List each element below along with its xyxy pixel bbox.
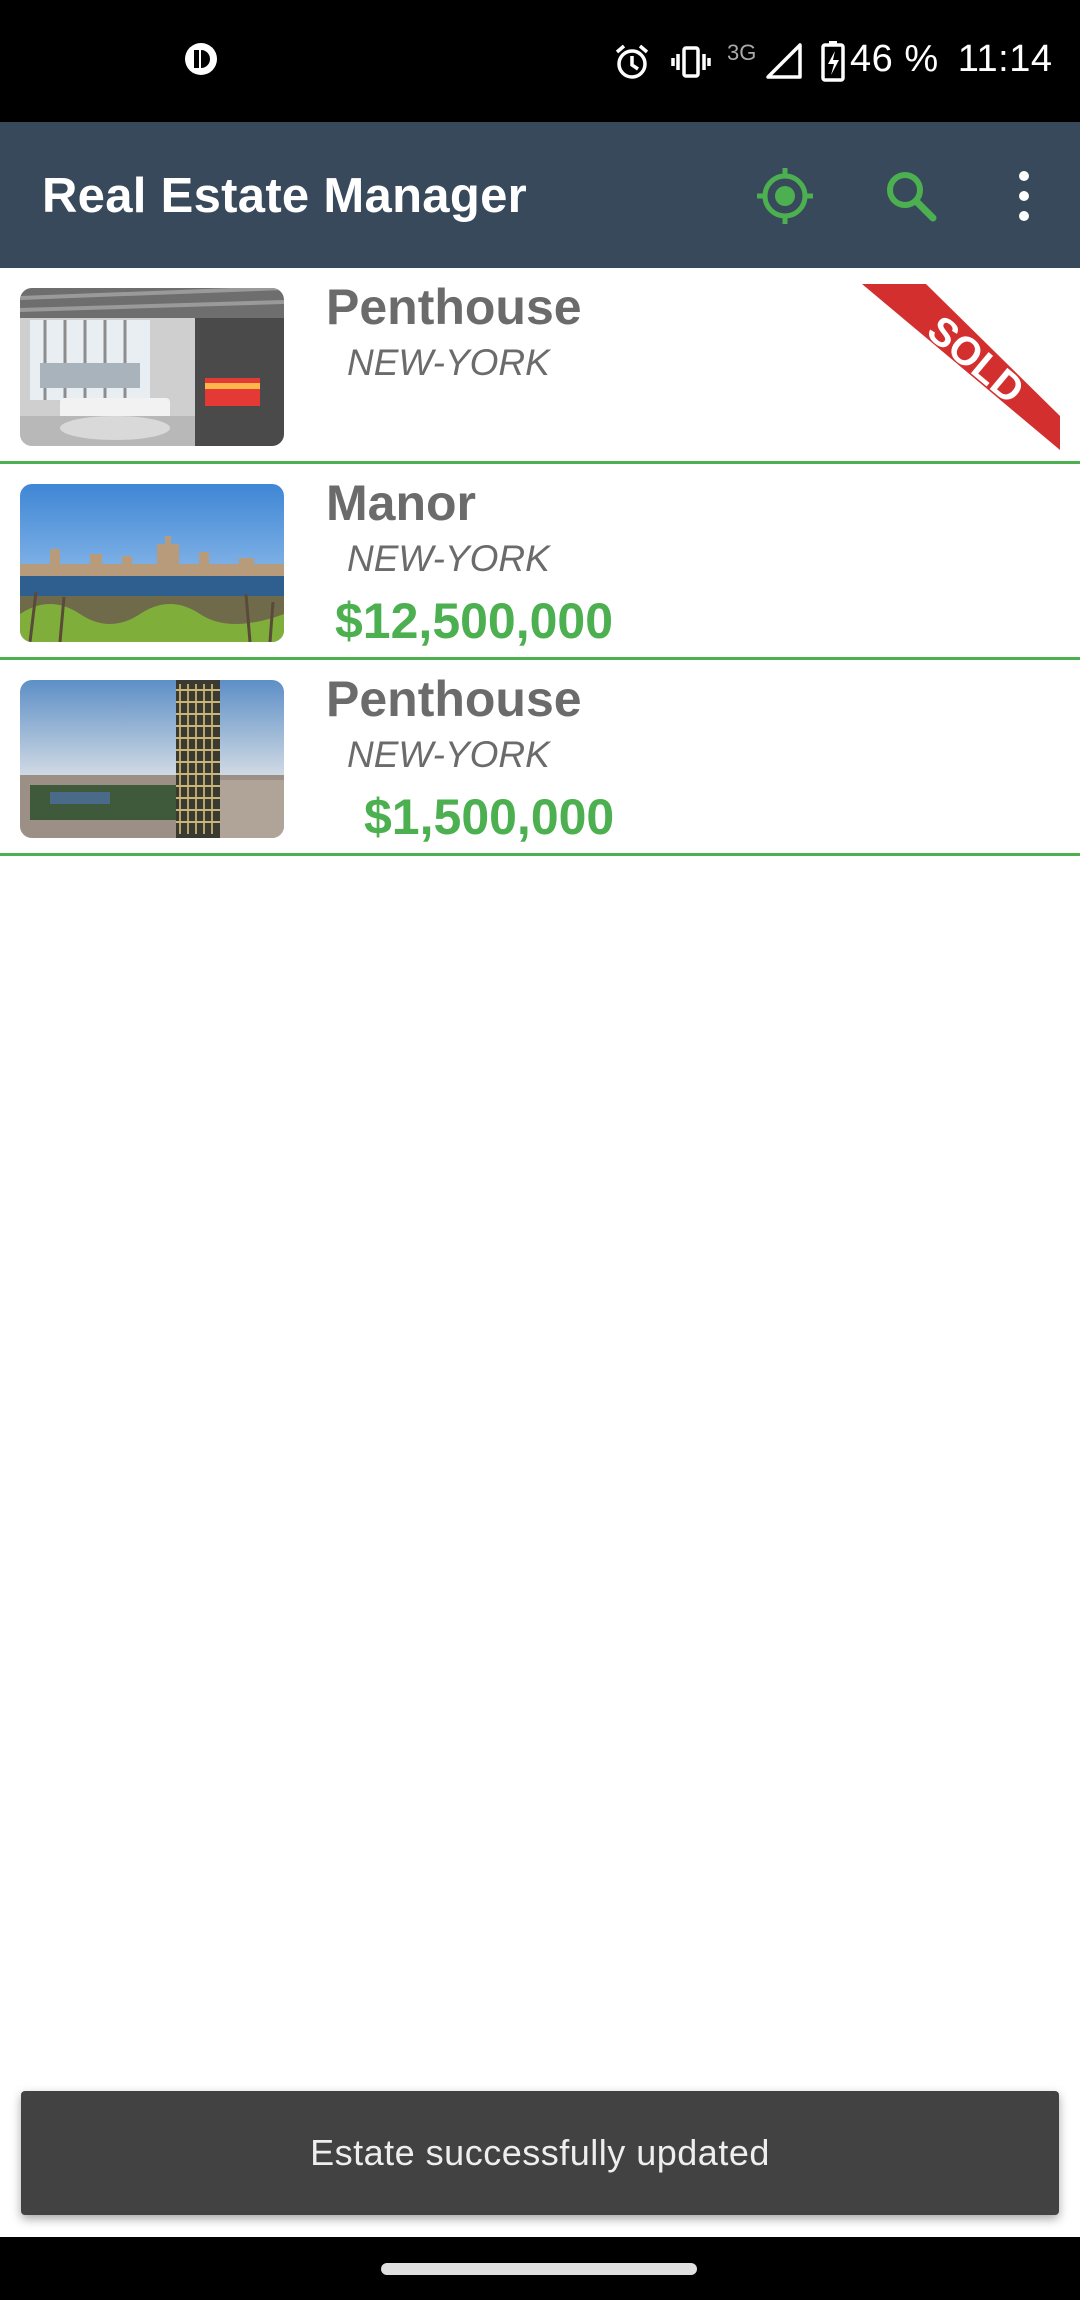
network-type-label: 3G <box>727 40 757 65</box>
status-bar: 3G 46 % 11:14 <box>0 0 1080 122</box>
estate-list-item[interactable]: Penthouse NEW-YORK $1,500,000 <box>0 660 1080 856</box>
home-gesture-handle[interactable] <box>381 2263 697 2275</box>
app-title: Real Estate Manager <box>42 169 528 223</box>
app-bar: Real Estate Manager <box>0 122 1080 268</box>
estate-city: NEW-YORK <box>347 734 550 775</box>
estate-photo <box>20 288 284 446</box>
sold-label: SOLD <box>919 308 1032 413</box>
snackbar: Estate successfully updated <box>21 2091 1059 2215</box>
sold-ribbon: SOLD <box>862 284 1060 450</box>
estate-city: NEW-YORK <box>347 342 550 383</box>
estate-list-item[interactable]: Penthouse NEW-YORK SOLD <box>0 268 1080 464</box>
vibrate-icon <box>671 46 711 78</box>
estate-photo <box>20 484 284 642</box>
estate-type: Penthouse <box>326 671 582 727</box>
alarm-icon <box>615 44 649 79</box>
estate-list: Penthouse NEW-YORK SOLD Manor NEW-YORK $… <box>0 268 1080 856</box>
app-notification-icon <box>185 43 217 75</box>
battery-level: 46 % <box>850 38 939 80</box>
search-icon[interactable] <box>879 164 943 228</box>
estate-type: Penthouse <box>326 279 582 335</box>
estate-city: NEW-YORK <box>347 538 550 579</box>
more-vert-icon[interactable] <box>1002 164 1066 228</box>
status-battery-time: 46 % 11:14 <box>850 38 1052 81</box>
battery-charging-icon <box>821 41 845 82</box>
estate-type: Manor <box>326 475 476 531</box>
location-icon[interactable] <box>753 164 817 228</box>
snackbar-message: Estate successfully updated <box>310 2132 770 2173</box>
navigation-bar <box>0 2237 1080 2300</box>
estate-price: $12,500,000 <box>335 593 614 649</box>
estate-list-item[interactable]: Manor NEW-YORK $12,500,000 <box>0 464 1080 660</box>
estate-price: $1,500,000 <box>364 789 615 845</box>
clock: 11:14 <box>957 38 1053 80</box>
signal-icon <box>766 43 802 79</box>
estate-photo <box>20 680 284 838</box>
